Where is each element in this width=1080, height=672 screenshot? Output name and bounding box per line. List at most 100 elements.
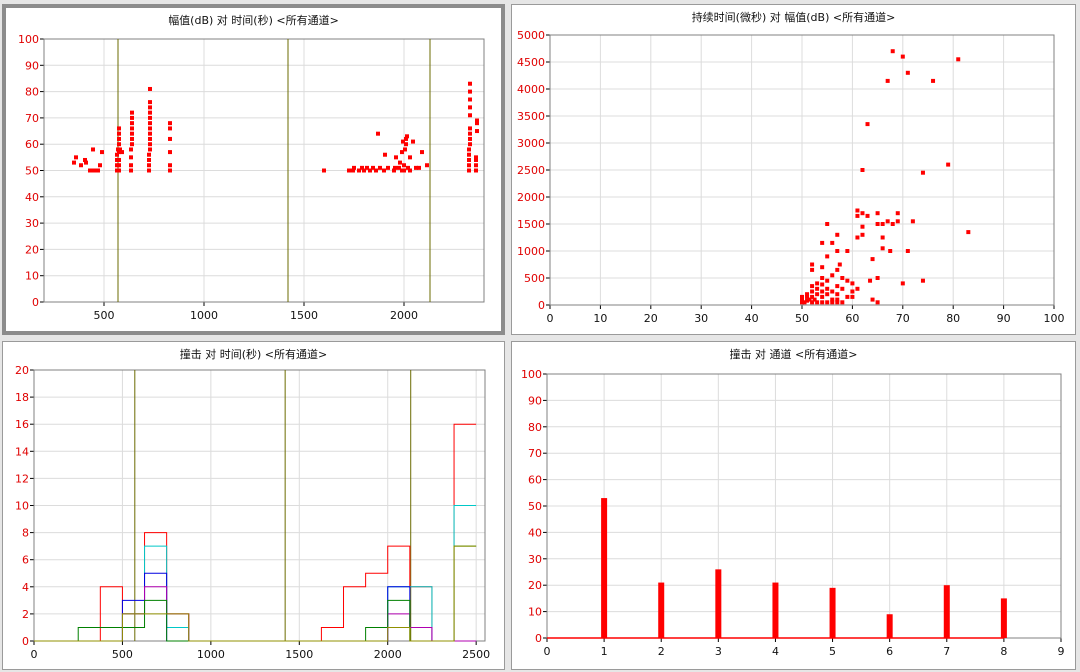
x-tick-label: 2000 [374,648,402,661]
data-point [117,131,121,136]
x-tick-label: 5 [829,645,836,658]
data-point [474,155,478,160]
y-tick-label: 14 [15,445,29,458]
data-point [946,162,951,167]
data-point [956,57,961,62]
x-tick-label: 500 [94,309,115,322]
y-tick-label: 100 [521,368,542,381]
data-point [815,292,820,297]
data-point [830,289,835,294]
y-tick-label: 1000 [517,245,545,258]
data-point [147,157,151,162]
data-point [386,165,390,170]
data-point [845,278,850,283]
y-tick-label: 10 [25,270,39,283]
x-tick-label: 3 [715,645,722,658]
y-tick-label: 20 [528,579,542,592]
x-tick-label: 90 [997,312,1011,325]
y-tick-label: 60 [528,474,542,487]
data-point [895,211,900,216]
data-point [810,284,815,289]
y-tick-label: 70 [25,112,39,125]
data-point [383,152,387,157]
y-tick-label: 10 [528,606,542,619]
data-point [130,136,134,141]
data-point [815,286,820,291]
x-tick-label: 500 [112,648,133,661]
y-tick-label: 40 [25,191,39,204]
x-tick-label: 70 [896,312,910,325]
data-point [910,219,915,224]
data-point [840,286,845,291]
data-point [800,294,804,299]
data-point [352,165,356,170]
data-point [820,300,825,305]
data-point [474,163,478,168]
x-tick-label: 0 [31,648,38,661]
y-tick-label: 20 [15,364,29,377]
data-point [120,150,124,155]
data-point [830,273,835,278]
data-point [403,147,407,152]
duration-vs-amplitude-panel[interactable]: 持续时间(微秒) 对 幅值(dB) <所有通道> 0 10 20 30 40 50 60 70… [511,4,1076,335]
data-point [129,163,133,168]
data-point [825,286,830,291]
data-point [376,131,380,136]
y-tick-label: 4500 [517,56,545,69]
data-point [820,294,825,299]
data-point [860,232,865,237]
data-point [840,276,845,280]
x-tick-label: 4 [772,645,779,658]
y-tick-label: 30 [25,217,39,230]
y-tick-label: 2500 [517,164,545,177]
data-point [885,219,890,224]
y-tick-label: 18 [15,391,29,404]
hits-vs-channel-panel[interactable]: 撞击 对 通道 <所有通道> 0 1 2 3 4 5 6 7 8 9 0 10 20 30 40 50 60 70… [511,341,1076,670]
data-point [830,297,835,302]
y-tick-label: 6 [22,554,29,567]
amplitude-vs-time-chart[interactable]: 500 1000 1500 2000 0 10 20 30 40 50 60 70 80 90 100 [6,8,501,331]
x-tick-label: 30 [694,312,708,325]
y-tick-label: 1500 [517,218,545,231]
data-point [91,147,95,152]
duration-vs-amplitude-chart[interactable]: 0 10 20 30 40 50 60 70 80 90 100050010001500200025… [512,5,1075,334]
y-tick-label: 5000 [517,29,545,42]
data-point [417,165,421,170]
y-tick-label: 50 [528,500,542,513]
x-tick-label: 2500 [462,648,490,661]
y-tick-label: 80 [25,86,39,99]
hits-vs-time-panel[interactable]: 撞击 对 时间(秒) <所有通道> 0 500 1000 1500 2000 2500 0 2… [2,341,505,670]
data-point [382,168,386,173]
data-point [468,89,472,94]
data-point [347,168,351,173]
data-point [474,168,478,173]
data-point [467,163,471,168]
data-point [148,121,152,126]
data-point [850,289,855,294]
data-point [117,136,121,141]
data-point [825,278,830,283]
data-point [837,262,842,267]
data-point [825,222,830,226]
hits-vs-time-chart[interactable]: 0 500 1000 1500 2000 2500 0 2 4 6 8 10 12 14 16 18 20 [3,342,504,669]
data-point [840,300,845,305]
x-tick-label: 1500 [290,309,318,322]
data-point [875,300,880,305]
y-tick-label: 0 [22,635,29,648]
data-point [835,292,840,297]
data-point [810,267,815,272]
hits-vs-channel-chart[interactable]: 0 1 2 3 4 5 6 7 8 90102030405060708090100 [512,342,1075,669]
data-point [805,292,810,297]
data-point [88,168,92,173]
data-point [467,157,471,162]
y-tick-label: 20 [25,243,39,256]
data-point [117,142,121,147]
amplitude-vs-time-panel[interactable]: 幅值(dB) 对 时间(秒) <所有通道> 500 1000 1500 2000 0 10… [2,4,505,335]
y-tick-label: 10 [15,500,29,513]
y-tick-label: 60 [25,138,39,151]
data-point [117,168,121,173]
data-point [900,281,905,286]
data-point [820,289,825,294]
data-point [74,155,78,160]
data-point [168,126,172,131]
